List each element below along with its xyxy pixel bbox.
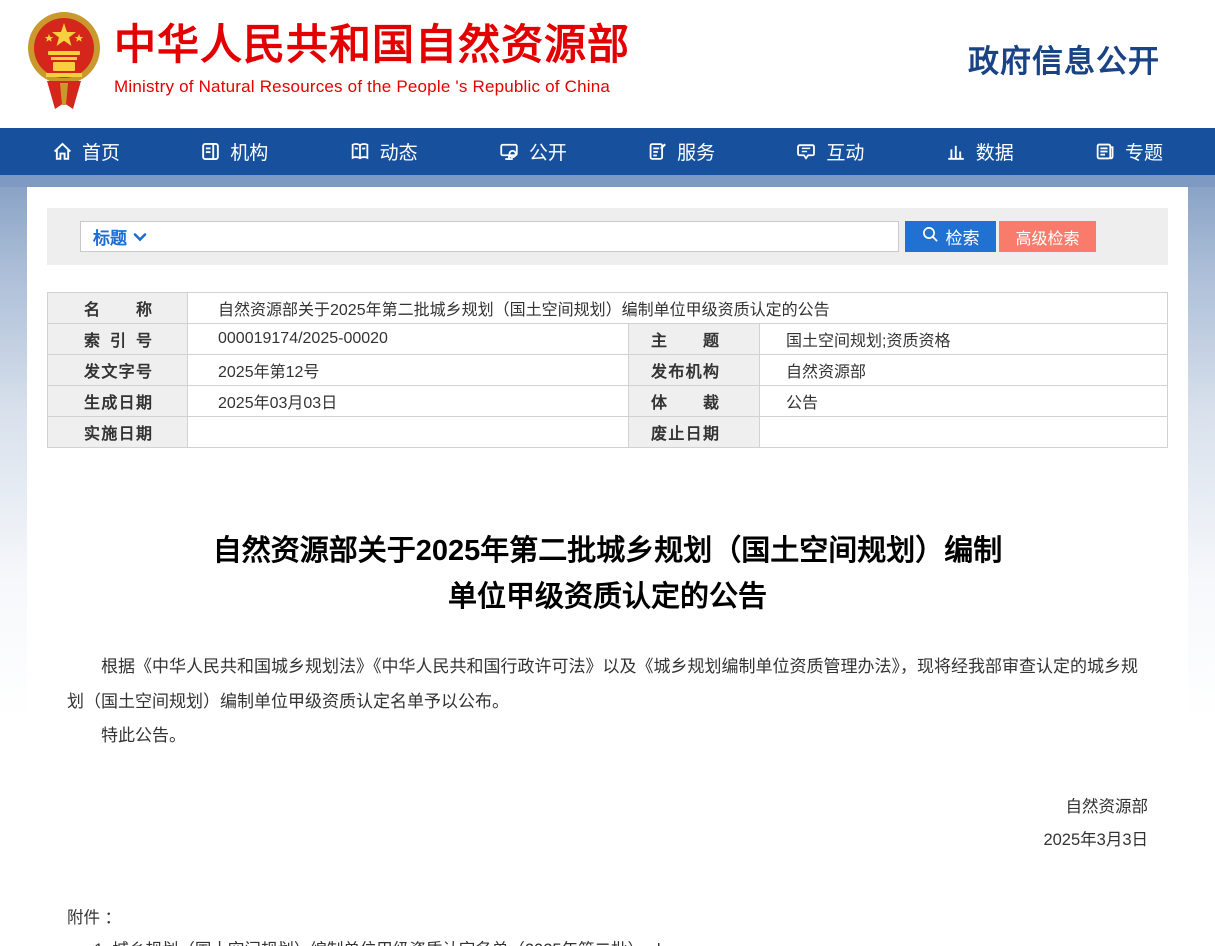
nav-item-disclosure[interactable]: 公开 <box>498 138 567 165</box>
content-panel: 标题 检索 高级检索 名称 自然资源部关于2025年第二批城乡规划（国土空间规划… <box>27 187 1188 946</box>
meta-label-name: 名称 <box>48 293 188 324</box>
home-icon <box>52 141 73 162</box>
meta-row: 实施日期 废止日期 <box>48 417 1168 448</box>
site-header: 中华人民共和国自然资源部 Ministry of Natural Resourc… <box>0 0 1215 128</box>
nav-divider-strip <box>0 175 1215 187</box>
bar-chart-icon <box>945 141 967 162</box>
special-topic-icon <box>1094 141 1116 162</box>
nav-label: 互动 <box>826 138 864 165</box>
search-field-selector[interactable]: 标题 <box>93 224 147 249</box>
meta-row: 索引号 000019174/2025-00020 主题 国土空间规划;资质资格 <box>48 324 1168 355</box>
nav-label: 专题 <box>1125 138 1163 165</box>
nav-label: 机构 <box>230 138 268 165</box>
meta-row: 发文字号 2025年第12号 发布机构 自然资源部 <box>48 355 1168 386</box>
main-nav: 首页 机构 动态 公开 服务 互动 数据 专题 <box>0 128 1215 175</box>
meta-label-impl-date: 实施日期 <box>48 417 188 448</box>
brand-block: 中华人民共和国自然资源部 Ministry of Natural Resourc… <box>114 22 630 97</box>
meta-value-impl-date <box>188 417 629 448</box>
nav-label: 动态 <box>380 138 418 165</box>
news-book-icon <box>349 141 371 162</box>
nav-item-topics[interactable]: 专题 <box>1094 138 1163 165</box>
signature-block: 自然资源部 2025年3月3日 <box>67 791 1148 857</box>
meta-label-subject: 主题 <box>629 324 760 355</box>
meta-value-issuer: 自然资源部 <box>760 355 1168 386</box>
search-section: 标题 检索 高级检索 <box>47 208 1168 265</box>
advanced-search-button[interactable]: 高级检索 <box>999 221 1096 252</box>
meta-label-doc-no: 发文字号 <box>48 355 188 386</box>
document-meta-table: 名称 自然资源部关于2025年第二批城乡规划（国土空间规划）编制单位甲级资质认定… <box>47 292 1168 448</box>
china-national-emblem-icon <box>27 11 101 115</box>
chat-bubble-icon <box>795 141 817 162</box>
signer: 自然资源部 <box>67 791 1148 824</box>
meta-label-genre: 体裁 <box>629 386 760 417</box>
body-paragraph: 特此公告。 <box>67 719 1148 754</box>
chevron-down-icon <box>133 227 147 247</box>
nav-item-data[interactable]: 数据 <box>945 138 1014 165</box>
site-subtitle: Ministry of Natural Resources of the Peo… <box>114 77 630 97</box>
nav-label: 服务 <box>677 138 715 165</box>
meta-row-name: 名称 自然资源部关于2025年第二批城乡规划（国土空间规划）编制单位甲级资质认定… <box>48 293 1168 324</box>
meta-label-gen-date: 生成日期 <box>48 386 188 417</box>
organization-icon <box>200 141 221 162</box>
attachments-list: 1. 城乡规划（国土空间规划）编制单位甲级资质认定名单（2025年第二批）.xl… <box>94 935 1148 946</box>
meta-label-index-no: 索引号 <box>48 324 188 355</box>
attachments-section: 附件 ： 1. 城乡规划（国土空间规划）编制单位甲级资质认定名单（2025年第二… <box>67 903 1148 946</box>
nav-item-services[interactable]: 服务 <box>647 138 715 165</box>
meta-value-gen-date: 2025年03月03日 <box>188 386 629 417</box>
nav-item-news[interactable]: 动态 <box>349 138 418 165</box>
site-title: 中华人民共和国自然资源部 <box>114 22 630 68</box>
attachment-link[interactable]: 1. 城乡规划（国土空间规划）编制单位甲级资质认定名单（2025年第二批）.xl… <box>94 935 1148 946</box>
nav-item-interaction[interactable]: 互动 <box>795 138 864 165</box>
disclosure-monitor-icon <box>498 141 520 162</box>
document-body: 根据《中华人民共和国城乡规划法》《中华人民共和国行政许可法》以及《城乡规划编制单… <box>67 650 1148 755</box>
selector-label: 标题 <box>93 224 127 249</box>
body-paragraph: 根据《中华人民共和国城乡规划法》《中华人民共和国行政许可法》以及《城乡规划编制单… <box>67 650 1148 720</box>
nav-label: 数据 <box>976 138 1014 165</box>
meta-value-index-no: 000019174/2025-00020 <box>188 324 629 355</box>
nav-item-home[interactable]: 首页 <box>52 138 120 165</box>
meta-label-issuer: 发布机构 <box>629 355 760 386</box>
search-button[interactable]: 检索 <box>905 221 996 252</box>
search-field: 标题 <box>80 221 899 252</box>
meta-value-repeal-date <box>760 417 1168 448</box>
nav-item-org[interactable]: 机构 <box>200 138 268 165</box>
nav-label: 公开 <box>529 138 567 165</box>
magnifier-icon <box>922 226 939 248</box>
document-title: 自然资源部关于2025年第二批城乡规划（国土空间规划）编制单位甲级资质认定的公告 <box>208 528 1008 621</box>
service-edit-icon <box>647 141 668 162</box>
nav-label: 首页 <box>82 138 120 165</box>
meta-label-repeal-date: 废止日期 <box>629 417 760 448</box>
meta-value-name: 自然资源部关于2025年第二批城乡规划（国土空间规划）编制单位甲级资质认定的公告 <box>188 293 1168 324</box>
meta-value-doc-no: 2025年第12号 <box>188 355 629 386</box>
signature-date: 2025年3月3日 <box>67 824 1148 857</box>
announcement-article: 自然资源部关于2025年第二批城乡规划（国土空间规划）编制单位甲级资质认定的公告… <box>27 528 1188 946</box>
meta-value-subject: 国土空间规划;资质资格 <box>760 324 1168 355</box>
search-button-label: 检索 <box>946 224 980 249</box>
search-input[interactable] <box>147 222 886 251</box>
page-title: 政府信息公开 <box>968 36 1160 81</box>
meta-row: 生成日期 2025年03月03日 体裁 公告 <box>48 386 1168 417</box>
page-background: 标题 检索 高级检索 名称 自然资源部关于2025年第二批城乡规划（国土空间规划… <box>0 187 1215 946</box>
meta-value-genre: 公告 <box>760 386 1168 417</box>
attachments-label: 附件 ： <box>67 903 1148 934</box>
